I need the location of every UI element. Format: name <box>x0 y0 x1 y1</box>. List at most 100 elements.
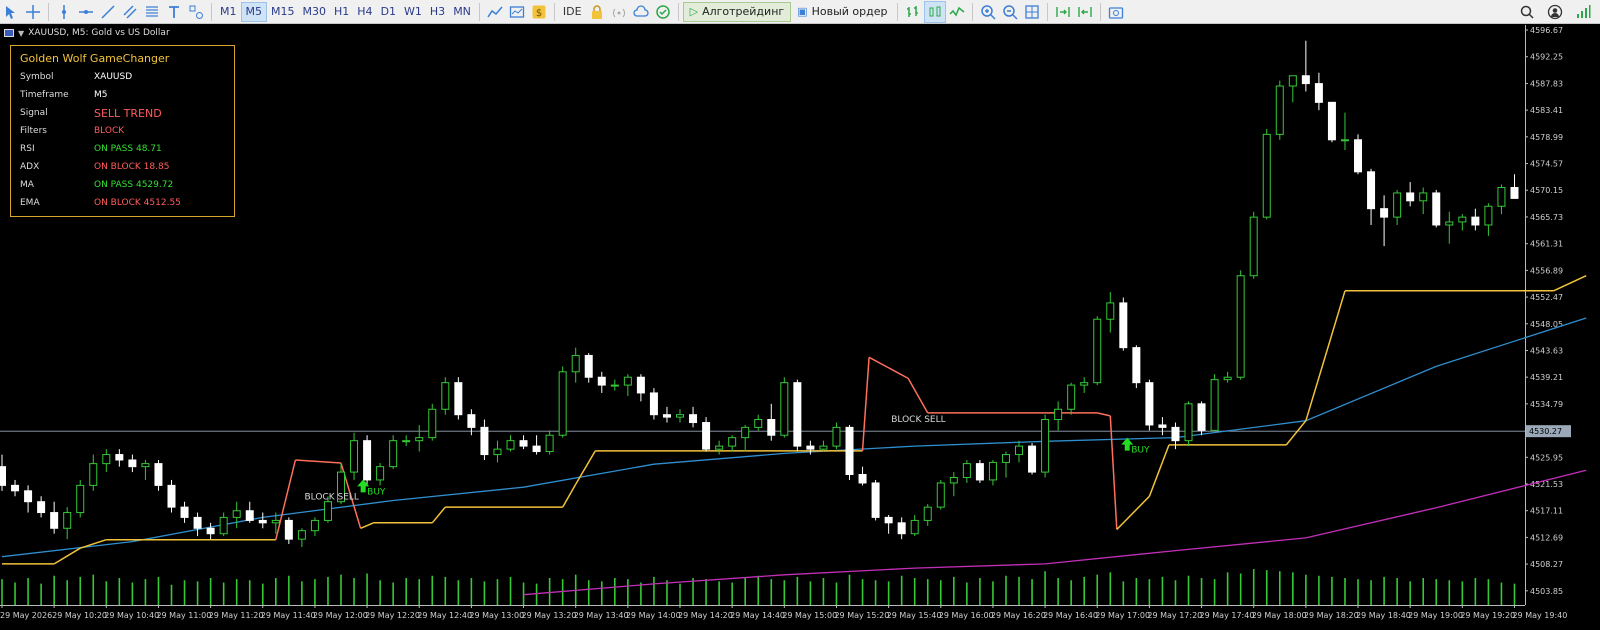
timeframe-h1-button[interactable]: H1 <box>330 2 353 22</box>
candle-body <box>310 519 319 532</box>
supertrend-segment <box>295 459 342 464</box>
trendline-icon[interactable] <box>97 1 119 23</box>
timeframe-m15-button[interactable]: M15 <box>267 2 299 22</box>
panel-title: Golden Wolf GameChanger <box>20 52 170 65</box>
templates-icon[interactable] <box>506 1 528 23</box>
supertrend-segment <box>1097 412 1111 417</box>
timeframe-m1-button[interactable]: M1 <box>216 2 241 22</box>
panel-row-key: Timeframe <box>20 90 69 100</box>
block-sell-label: BLOCK SELL <box>891 415 945 425</box>
algo-trading-button[interactable]: ▷ Алготрейдинг <box>682 1 792 22</box>
timeframe-w1-button[interactable]: W1 <box>400 2 426 22</box>
crosshair-icon[interactable] <box>22 1 44 23</box>
algo-trading-label: Алготрейдинг <box>702 5 785 18</box>
candle-body <box>11 484 20 492</box>
timeframe-d1-button[interactable]: D1 <box>377 2 400 22</box>
time-label: 29 May 10:20 <box>52 611 107 620</box>
candle-body <box>206 527 215 535</box>
toolbar-separator <box>553 2 555 21</box>
candle-body <box>232 510 241 518</box>
price-label: 4534.79 <box>1530 400 1563 409</box>
vertical-line-icon[interactable] <box>53 1 75 23</box>
candle-body <box>1080 382 1089 386</box>
zoom-out-icon[interactable] <box>999 1 1021 23</box>
candle-body <box>715 445 724 450</box>
lock-icon[interactable] <box>586 1 608 23</box>
timeframe-h4-button[interactable]: H4 <box>353 2 376 22</box>
time-label: 29 May 16:40 <box>1043 611 1098 620</box>
candle-body <box>1145 382 1154 426</box>
candle-body <box>193 516 202 529</box>
supertrend-segment <box>861 357 870 451</box>
new-order-button[interactable]: ▣ Новый ордер <box>791 2 893 22</box>
line-chart-icon[interactable] <box>946 1 968 23</box>
search-icon[interactable] <box>1516 1 1538 23</box>
candle-body <box>1171 426 1180 442</box>
price-label: 4521.53 <box>1530 480 1563 489</box>
horizontal-line-icon[interactable] <box>75 1 97 23</box>
timeframe-m30-button[interactable]: M30 <box>299 2 331 22</box>
zoom-in-icon[interactable] <box>977 1 999 23</box>
toolbar-separator <box>211 2 212 21</box>
panel-row-ma: MA ON PASS 4529.72 <box>20 180 230 196</box>
candle-body <box>0 466 6 486</box>
candle-chart-icon[interactable] <box>924 0 947 23</box>
candle-body <box>115 454 124 461</box>
price-label: 4503.85 <box>1530 587 1563 596</box>
time-label: 29 May 18:00 <box>1252 611 1307 620</box>
timeframe-mn-button[interactable]: MN <box>449 2 475 22</box>
account-icon[interactable] <box>1544 1 1566 23</box>
timeframe-m5-button[interactable]: M5 <box>240 1 267 22</box>
time-label: 29 May 15:40 <box>887 611 942 620</box>
chart-type-icon[interactable] <box>484 1 506 23</box>
buy-label: BUY <box>367 487 386 497</box>
candle-body <box>1314 83 1323 103</box>
toolbar-separator <box>478 2 480 21</box>
grid-icon[interactable] <box>1021 1 1043 23</box>
autoscroll-icon[interactable] <box>1052 1 1074 23</box>
timeframe-h3-button[interactable]: H3 <box>426 2 449 22</box>
signal-strength-icon[interactable] <box>1572 1 1594 23</box>
candle-body <box>167 484 176 508</box>
time-label: 29 May 18:20 <box>1304 611 1359 620</box>
panel-row-symbol: Symbol XAUUSD <box>20 72 230 88</box>
candle-body <box>597 376 606 386</box>
candle-body <box>767 419 776 436</box>
dollar-icon[interactable]: $ <box>528 1 550 23</box>
price-label: 4508.27 <box>1530 560 1563 569</box>
vps-icon[interactable] <box>652 1 674 23</box>
candle-body <box>819 445 828 450</box>
channel-icon[interactable] <box>119 1 141 23</box>
screenshot-icon[interactable] <box>1105 1 1127 23</box>
cloud-icon[interactable] <box>630 1 652 23</box>
chart-area[interactable]: 4596.67 4592.25 4587.83 4583.41 4578.99 4574.… <box>0 25 1600 630</box>
candle-body <box>897 522 906 535</box>
symbol-flag-icon <box>4 29 14 37</box>
candle-body <box>63 512 72 529</box>
candle-body <box>493 448 502 456</box>
price-label: 4565.73 <box>1530 213 1563 222</box>
bar-chart-icon[interactable] <box>902 1 924 23</box>
text-icon[interactable] <box>163 1 185 23</box>
candle-body <box>910 519 919 535</box>
price-chart[interactable]: 4596.67 4592.25 4587.83 4583.41 4578.99 4574.… <box>0 25 1600 630</box>
signal-icon[interactable] <box>608 1 630 23</box>
chart-title-menu-icon[interactable]: ▼ <box>18 29 24 38</box>
ide-button[interactable]: IDE <box>560 1 585 23</box>
candle-body <box>428 408 437 439</box>
candle-body <box>1497 187 1506 207</box>
panel-row-ema: EMA ON BLOCK 4512.55 <box>20 198 230 214</box>
time-label: 29 May 14:40 <box>730 611 785 620</box>
shapes-icon[interactable] <box>185 1 207 23</box>
candle-body <box>1054 408 1063 421</box>
cursor-icon[interactable] <box>0 1 22 23</box>
time-label: 29 May 11:20 <box>209 611 264 620</box>
chart-shift-icon[interactable] <box>1074 1 1096 23</box>
candle-body <box>1380 208 1389 218</box>
candle-body <box>258 519 267 524</box>
fibonacci-icon[interactable] <box>141 1 163 23</box>
candle-body <box>1510 187 1519 199</box>
panel-row-key: Filters <box>20 126 47 136</box>
candle-body <box>1236 275 1245 378</box>
supertrend-segment <box>907 378 929 414</box>
